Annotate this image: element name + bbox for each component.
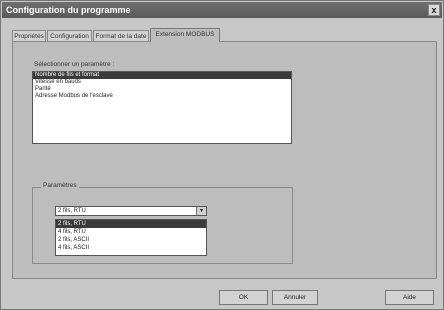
title-bar: Configuration du programme x	[2, 2, 442, 18]
dropdown-option[interactable]: 2 fils, ASCII	[56, 236, 206, 244]
wire-format-select[interactable]: 2 fils, RTU ▾	[55, 206, 207, 216]
window-title: Configuration du programme	[6, 5, 131, 15]
ok-button[interactable]: OK	[219, 290, 268, 305]
tab-configuration[interactable]: Configuration	[47, 30, 92, 41]
dialog-window: Configuration du programme x Propriétés …	[0, 0, 444, 310]
list-item[interactable]: Vitesse en bauds	[33, 79, 291, 86]
wire-format-dropdown: 2 fils, RTU 4 fils, RTU 2 fils, ASCII 4 …	[55, 219, 207, 256]
select-parameter-label: Sélectionner un paramètre :	[34, 61, 115, 68]
tab-modbus-extension[interactable]: Extension MODBUS	[150, 28, 220, 42]
list-item[interactable]: Nombre de fils et format	[33, 72, 291, 79]
parameter-listbox[interactable]: Nombre de fils et format Vitesse en baud…	[32, 71, 292, 144]
cancel-button[interactable]: Annuler	[272, 290, 318, 305]
select-value: 2 fils, RTU	[58, 208, 86, 214]
dropdown-option[interactable]: 2 fils, RTU	[56, 220, 206, 228]
list-item[interactable]: Adresse Modbus de l'esclave	[33, 93, 291, 100]
dropdown-option[interactable]: 4 fils, ASCII	[56, 244, 206, 252]
chevron-down-icon[interactable]: ▾	[196, 207, 206, 215]
list-item[interactable]: Parité	[33, 86, 291, 93]
tab-date-format[interactable]: Format de la date	[93, 30, 149, 41]
tab-properties[interactable]: Propriétés	[12, 30, 46, 41]
close-icon[interactable]: x	[428, 4, 440, 16]
parameters-group-label: Paramètres	[41, 182, 79, 189]
help-button[interactable]: Aide	[385, 290, 434, 305]
dropdown-option[interactable]: 4 fils, RTU	[56, 228, 206, 236]
